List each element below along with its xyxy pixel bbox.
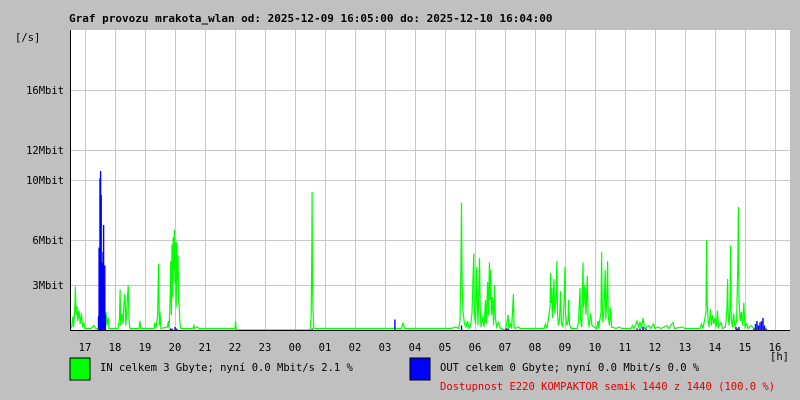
x-tick-label: 14 [709,342,722,354]
x-tick-label: 04 [409,342,422,354]
legend-out-swatch [409,357,431,381]
x-tick-label: 00 [289,342,302,354]
x-tick-label: 09 [559,342,572,354]
x-tick-label: 17 [79,342,92,354]
y-axis-label: [/s] [15,32,40,44]
x-tick-label: 11 [619,342,632,354]
y-tick-label: 3Mbit [32,280,64,292]
x-tick-label: 05 [439,342,452,354]
x-tick-label: 06 [469,342,482,354]
y-tick-label: 10Mbit [26,175,64,187]
availability-text: Dostupnost E220 KOMPAKTOR semik 1440 z 1… [440,381,775,393]
x-axis-label: [h] [770,351,789,363]
x-tick-label: 23 [259,342,272,354]
x-tick-label: 02 [349,342,362,354]
legend-in-swatch [69,357,91,381]
x-tick-label: 21 [199,342,212,354]
x-tick-label: 22 [229,342,242,354]
x-tick-label: 07 [499,342,512,354]
legend-in-label: IN celkem 3 Gbyte; nyní 0.0 Mbit/s 2.1 % [100,362,354,374]
x-tick-label: 15 [739,342,752,354]
x-tick-label: 03 [379,342,392,354]
y-tick-label: 12Mbit [26,145,64,157]
legend-out-label: OUT celkem 0 Gbyte; nyní 0.0 Mbit/s 0.0 … [440,362,700,374]
x-tick-label: 19 [139,342,152,354]
x-tick-label: 01 [319,342,332,354]
x-tick-label: 20 [169,342,182,354]
x-tick-label: 12 [649,342,662,354]
chart-title: Graf provozu mrakota_wlan od: 2025-12-09… [69,12,552,25]
x-tick-label: 10 [589,342,602,354]
x-tick-label: 13 [679,342,692,354]
y-tick-label: 6Mbit [32,235,64,247]
y-tick-labels: 3Mbit 6Mbit 10Mbit 12Mbit 16Mbit [26,85,64,292]
traffic-chart: Graf provozu mrakota_wlan od: 2025-12-09… [15,12,790,393]
x-tick-label: 18 [109,342,122,354]
x-tick-labels: 17 18 19 20 21 22 23 00 01 02 03 04 05 06 07 08 09 10 11 12… [79,342,782,354]
x-tick-label: 08 [529,342,542,354]
y-tick-label: 16Mbit [26,85,64,97]
